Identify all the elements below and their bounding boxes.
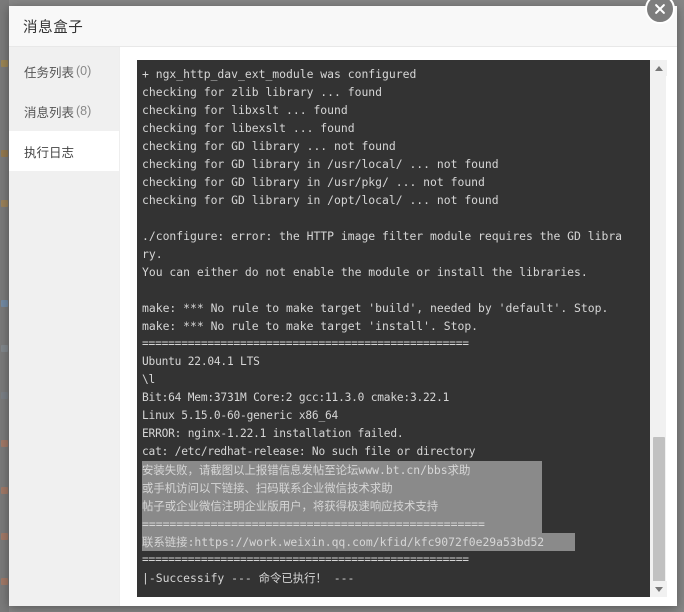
log-scrollbar[interactable] (650, 60, 667, 597)
page-title: 消息盒子 (23, 19, 84, 36)
scroll-down-icon[interactable] (651, 581, 667, 597)
message-box-dialog: 消息盒子 任务列表 (0) 消息列表 (8) 执行日志 + ngx_http_dav… (9, 0, 677, 606)
log-line-text: Ubuntu 22.04.1 LTS (142, 355, 260, 368)
log-line-selected-text: ========================================… (142, 515, 542, 533)
log-line: checking for GD library in /opt/local/ .… (142, 191, 644, 209)
log-line: checking for zlib library ... found (142, 83, 644, 101)
log-line: ========================================… (142, 335, 644, 353)
sidebar-item-label: 任务列表 (24, 64, 75, 80)
log-line: checking for libexslt ... found (142, 119, 644, 137)
log-line-text: checking for GD library in /usr/local/ .… (142, 157, 499, 171)
log-line-text: Linux 5.15.0-60-generic x86_64 (142, 409, 339, 422)
dialog-header: 消息盒子 (9, 6, 677, 47)
log-line-text: checking for GD library in /opt/local/ .… (142, 193, 499, 207)
log-line-text: Bit:64 Mem:3731M Core:2 gcc:11.3.0 cmake… (142, 391, 450, 404)
log-line: 联系链接:https://work.weixin.qq.com/kfid/kfc… (142, 533, 644, 551)
log-line: ./configure: error: the HTTP image filte… (142, 227, 644, 245)
dialog-body: 任务列表 (0) 消息列表 (8) 执行日志 + ngx_http_dav_ext_… (9, 47, 677, 606)
log-line-text: You can either do not enable the module … (142, 265, 588, 279)
sidebar-item-1[interactable]: 消息列表 (8) (9, 91, 119, 131)
sidebar-item-count: (0) (76, 64, 92, 78)
log-line-text: \l (142, 373, 156, 386)
log-line: 帖子或企业微信注明企业版用户，将获得极速响应技术支持 (142, 497, 644, 515)
log-line: checking for GD library ... not found (142, 137, 644, 155)
log-line: ERROR: nginx-1.22.1 installation failed. (142, 425, 644, 443)
sidebar-item-2[interactable]: 执行日志 (9, 131, 119, 171)
scrollbar-thumb[interactable] (653, 437, 665, 583)
log-line-text: ry. (142, 247, 163, 261)
log-line: make: *** No rule to make target 'build'… (142, 299, 644, 317)
log-line: You can either do not enable the module … (142, 263, 644, 281)
scroll-up-icon[interactable] (651, 60, 667, 76)
log-line: Linux 5.15.0-60-generic x86_64 (142, 407, 644, 425)
log-line-text: make: *** No rule to make target 'instal… (142, 319, 479, 333)
execution-log-output[interactable]: + ngx_http_dav_ext_module was configured… (137, 60, 650, 597)
log-line: checking for libxslt ... found (142, 101, 644, 119)
log-line: checking for GD library in /usr/pkg/ ...… (142, 173, 644, 191)
log-line: ========================================… (142, 551, 644, 569)
log-line-text: checking for GD library in /usr/pkg/ ...… (142, 175, 485, 189)
log-line-text: ========================================… (142, 553, 469, 566)
log-line: cat: /etc/redhat-release: No such file o… (142, 443, 644, 461)
log-line-text: checking for libexslt ... found (142, 121, 355, 135)
log-line-text: checking for GD library ... not found (142, 139, 396, 153)
log-panel: + ngx_http_dav_ext_module was configured… (120, 47, 677, 606)
log-line-text: checking for libxslt ... found (142, 103, 348, 117)
sidebar-item-count: (8) (76, 104, 92, 118)
log-line-selected-text: 帖子或企业微信注明企业版用户，将获得极速响应技术支持 (142, 497, 542, 515)
log-line-selected-text: 联系链接:https://work.weixin.qq.com/kfid/kfc… (142, 533, 575, 551)
log-line-text: + ngx_http_dav_ext_module was configured (142, 67, 417, 81)
log-line: 或手机访问以下链接、扫码联系企业微信技术求助 (142, 479, 644, 497)
sidebar-item-label: 执行日志 (24, 144, 75, 160)
log-line-text: ========================================… (142, 337, 469, 350)
log-line: make: *** No rule to make target 'instal… (142, 317, 644, 335)
log-line-text: checking for zlib library ... found (142, 85, 383, 99)
sidebar-item-0[interactable]: 任务列表 (0) (9, 51, 119, 91)
log-line-text: ERROR: nginx-1.22.1 installation failed. (142, 427, 404, 440)
log-line-selected-text: 或手机访问以下链接、扫码联系企业微信技术求助 (142, 479, 542, 497)
sidebar: 任务列表 (0) 消息列表 (8) 执行日志 (9, 47, 120, 606)
log-line: + ngx_http_dav_ext_module was configured (142, 65, 644, 83)
log-line-text: ./configure: error: the HTTP image filte… (142, 229, 623, 243)
sidebar-item-label: 消息列表 (24, 104, 75, 120)
terminal-wrapper: + ngx_http_dav_ext_module was configured… (137, 60, 667, 597)
log-line: Bit:64 Mem:3731M Core:2 gcc:11.3.0 cmake… (142, 389, 644, 407)
log-line: |-Successify --- 命令已执行！ --- (142, 569, 644, 587)
log-line: checking for GD library in /usr/local/ .… (142, 155, 644, 173)
log-line: \l (142, 371, 644, 389)
log-line: ========================================… (142, 515, 644, 533)
log-line-text: |-Successify --- 命令已执行！ --- (142, 571, 355, 585)
log-line-text: cat: /etc/redhat-release: No such file o… (142, 445, 476, 458)
log-line-selected-text: 安装失败，请截图以上报错信息发帖至论坛www.bt.cn/bbs求助 (142, 461, 542, 479)
log-line: 安装失败，请截图以上报错信息发帖至论坛www.bt.cn/bbs求助 (142, 461, 644, 479)
log-line: ry. (142, 245, 644, 263)
log-line: Ubuntu 22.04.1 LTS (142, 353, 644, 371)
log-line-text: make: *** No rule to make target 'build'… (142, 301, 609, 315)
